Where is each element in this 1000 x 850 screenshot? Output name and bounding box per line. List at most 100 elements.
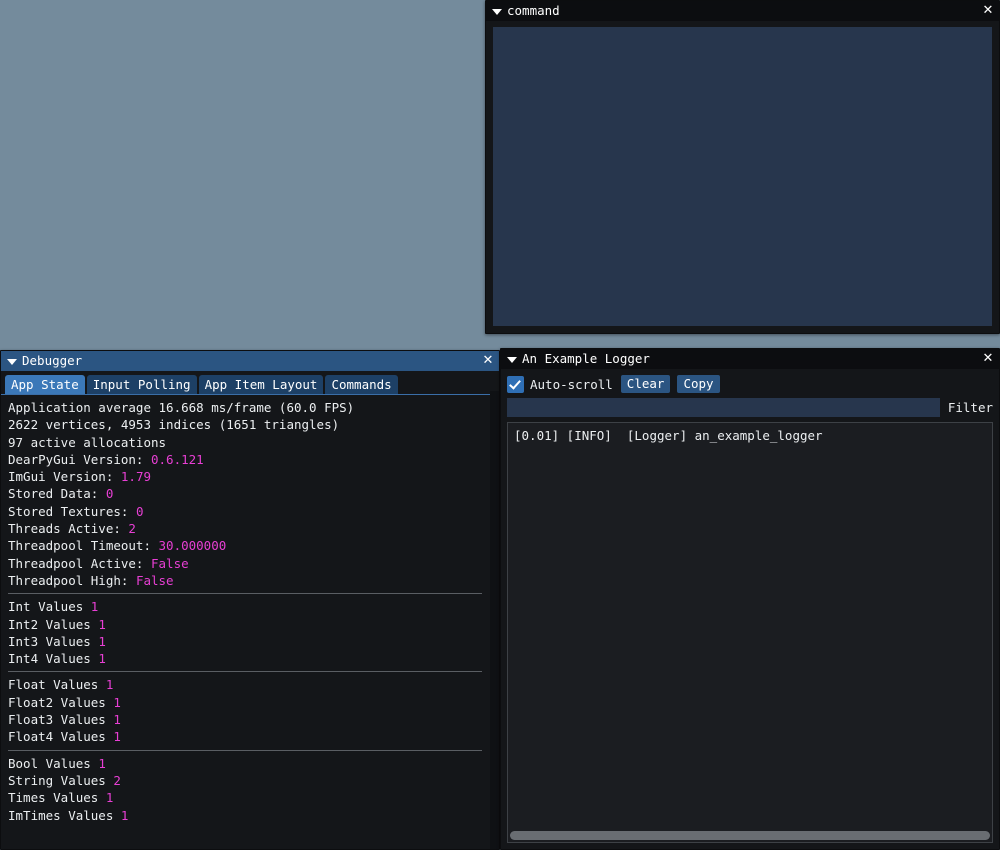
stat-row: Threads Active: 2	[8, 520, 490, 537]
command-input[interactable]	[493, 27, 992, 326]
stat-value: False	[135, 572, 174, 588]
stat-value: 0.6.121	[151, 451, 204, 467]
stat-row: Times Values 1	[8, 789, 490, 806]
stat-value: 30.000000	[158, 538, 227, 554]
auto-scroll-label: Auto-scroll	[530, 376, 613, 392]
stat-value: 1	[105, 677, 114, 693]
stat-value: 1	[105, 790, 114, 806]
stat-value: 2	[113, 772, 121, 788]
stat-value: 1	[113, 729, 121, 745]
stat-row: Float Values 1	[8, 676, 490, 693]
logger-toolbar: Auto-scroll Clear Copy	[507, 374, 993, 394]
stat-row: Float4 Values 1	[8, 728, 490, 745]
close-icon[interactable]: ✕	[981, 1, 995, 21]
stat-value: 1	[120, 807, 129, 823]
debugger-float-values-list: Float Values 1 Float2 Values 1 Float3 Valu…	[8, 676, 490, 745]
divider	[8, 749, 482, 751]
stat-label: Stored Data:	[8, 486, 106, 502]
stat-value: 1	[98, 633, 106, 649]
stat-row: Stored Data: 0	[8, 485, 490, 502]
stat-label: Int2 Values	[8, 616, 99, 632]
close-icon[interactable]: ✕	[981, 349, 995, 369]
command-window-body	[486, 21, 999, 333]
logger-horizontal-scrollbar-thumb[interactable]	[510, 831, 990, 840]
command-window[interactable]: command ✕	[485, 0, 1000, 334]
divider	[8, 593, 482, 595]
tab-commands[interactable]: Commands	[325, 375, 398, 394]
debugger-body: App State Input Polling App Item Layout Com…	[1, 371, 499, 849]
stat-row: ImGui Version: 1.79	[8, 468, 490, 485]
command-window-title: command	[507, 3, 560, 18]
triangle-down-icon[interactable]	[6, 356, 17, 367]
stat-label: Threads Active:	[8, 521, 129, 537]
stat-row: DearPyGui Version: 0.6.121	[8, 451, 490, 468]
debugger-tabbar: App State Input Polling App Item Layout Com…	[1, 375, 499, 395]
stat-value: 1	[98, 651, 106, 667]
geometry-stat-line: 2622 vertices, 4953 indices (1651 triang…	[8, 417, 340, 433]
stat-label: DearPyGui Version:	[8, 451, 151, 467]
clear-button[interactable]: Clear	[620, 375, 671, 393]
tab-input-polling[interactable]: Input Polling	[86, 375, 197, 394]
logger-window[interactable]: An Example Logger ✕ Auto-scroll Clear Co…	[500, 348, 1000, 850]
command-window-titlebar[interactable]: command ✕	[486, 1, 999, 21]
stat-label: Float4 Values	[8, 729, 114, 745]
debugger-vertical-scrollbar[interactable]	[490, 391, 499, 849]
divider	[8, 671, 482, 673]
close-icon[interactable]: ✕	[481, 351, 495, 371]
stat-value: 0	[135, 503, 144, 519]
tab-app-state[interactable]: App State	[5, 375, 85, 394]
logger-title: An Example Logger	[522, 351, 650, 366]
stat-label: Int Values	[8, 599, 91, 615]
triangle-down-icon[interactable]	[491, 6, 502, 17]
logger-resize-grip[interactable]	[985, 835, 999, 849]
stat-label: Stored Textures:	[8, 503, 136, 519]
stat-label: Int4 Values	[8, 651, 99, 667]
tab-app-item-layout[interactable]: App Item Layout	[198, 375, 324, 394]
stat-value: 1.79	[120, 469, 151, 485]
debugger-resize-grip[interactable]	[485, 835, 499, 849]
stat-row: Float3 Values 1	[8, 711, 490, 728]
stat-value: 1	[98, 616, 106, 632]
logger-line-list: [0.01] [INFO] [Logger] an_example_logger	[514, 427, 992, 444]
frame-stat-line: Application average 16.668 ms/frame (60.…	[8, 400, 355, 415]
debugger-window[interactable]: Debugger ✕ App State Input Polling App Ite…	[0, 350, 500, 850]
debugger-other-values-list: Bool Values 1 String Values 2 Times Values…	[8, 755, 490, 824]
stat-label: Float3 Values	[8, 712, 114, 728]
allocations-stat-line: 97 active allocations	[8, 434, 167, 450]
stat-value: False	[151, 555, 189, 571]
stat-row: String Values 2	[8, 772, 490, 789]
logger-filter-row: Filter	[507, 398, 993, 417]
stat-row: ImTimes Values 1	[8, 807, 490, 824]
stat-row: Int Values 1	[8, 598, 490, 615]
logger-body: Auto-scroll Clear Copy Filter [0.01] [IN…	[501, 369, 999, 849]
stat-label: Threadpool Active:	[8, 555, 151, 571]
stat-row: Threadpool Active: False	[8, 555, 490, 572]
stat-value: 1	[98, 755, 106, 771]
triangle-down-icon[interactable]	[506, 354, 517, 365]
logger-titlebar[interactable]: An Example Logger ✕	[501, 349, 999, 369]
debugger-title: Debugger	[22, 353, 83, 368]
stat-value: 1	[113, 694, 121, 710]
stat-value: 2	[128, 521, 136, 537]
filter-input[interactable]	[507, 398, 940, 417]
stat-label: Threadpool High:	[8, 572, 136, 588]
stat-label: Float2 Values	[8, 694, 114, 710]
auto-scroll-checkbox[interactable]	[507, 375, 524, 393]
stat-row: Float2 Values 1	[8, 694, 490, 711]
stat-value: 0	[105, 486, 114, 502]
logger-output-area[interactable]: [0.01] [INFO] [Logger] an_example_logger	[507, 422, 993, 843]
debugger-version-list: DearPyGui Version: 0.6.121 ImGui Version:…	[8, 451, 490, 589]
debugger-titlebar[interactable]: Debugger ✕	[1, 351, 499, 371]
stat-row: Threadpool Timeout: 30.000000	[8, 537, 490, 554]
copy-button[interactable]: Copy	[677, 375, 720, 393]
stat-label: ImTimes Values	[8, 807, 121, 823]
stat-label: Times Values	[8, 790, 106, 806]
stat-value: 1	[90, 599, 99, 615]
logger-horizontal-scrollbar[interactable]	[509, 830, 991, 841]
debugger-int-values-list: Int Values 1 Int2 Values 1 Int3 Values 1 In…	[8, 598, 490, 667]
stat-row: Int2 Values 1	[8, 616, 490, 633]
stat-value: 1	[113, 712, 121, 728]
stat-label: ImGui Version:	[8, 469, 121, 485]
stat-label: Float Values	[8, 677, 106, 693]
log-line: [0.01] [INFO] [Logger] an_example_logger	[514, 428, 823, 443]
